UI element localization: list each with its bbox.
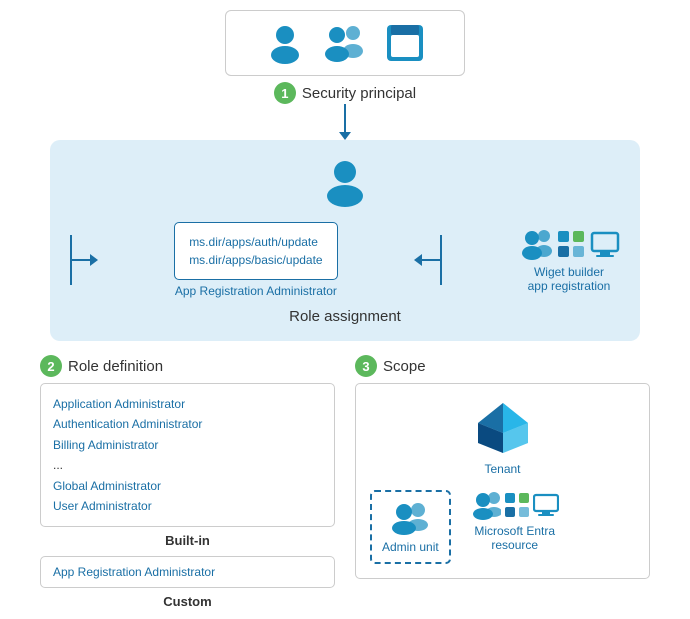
user-icon [263,21,307,65]
role-def-line2: ms.dir/apps/basic/update [189,251,322,269]
entra-label: Microsoft Entraresource [474,524,555,552]
wiget-monitor-icon [590,229,620,259]
left-connector [70,235,98,285]
right-bracket [440,235,442,285]
group-icon [319,21,371,65]
role-def-center: ms.dir/apps/auth/update ms.dir/apps/basi… [174,222,337,298]
entra-monitor-icon [533,492,559,518]
scope-number: 3 [355,355,377,377]
role-def-title: Role definition [68,358,163,375]
app-icon [383,21,427,65]
security-principal-label: 1 Security principal [274,82,416,104]
role-item-2: Authentication Administrator [53,414,322,434]
role-item-ellipsis: ... [53,455,322,475]
ra-middle-row: ms.dir/apps/auth/update ms.dir/apps/basi… [70,222,620,298]
wiget-label: Wiget builderapp registration [528,265,611,293]
security-principal-box [225,10,465,76]
right-h-line [422,259,440,261]
tenant-label: Tenant [484,462,520,476]
entra-resource-area: Microsoft Entraresource [471,490,559,564]
entra-grid-icon [504,492,530,518]
role-def-line1: ms.dir/apps/auth/update [189,233,322,251]
wiget-icons-row [518,227,620,261]
builtin-label: Built-in [40,533,335,548]
role-def-box: ms.dir/apps/auth/update ms.dir/apps/basi… [174,222,337,280]
right-connector [414,235,442,285]
role-assignment-label: Role assignment [70,308,620,325]
admin-unit-label: Admin unit [382,540,439,554]
right-arrow-head [414,254,422,266]
ra-person-area [70,156,620,208]
role-item-5: User Administrator [53,496,322,516]
role-definition-section: 2 Role definition Application Administra… [40,355,335,617]
role-item-3: Billing Administrator [53,435,322,455]
builtin-roles-box: Application Administrator Authentication… [40,383,335,527]
role-assignment-box: ms.dir/apps/auth/update ms.dir/apps/basi… [50,140,640,341]
security-principal-number: 1 [274,82,296,104]
left-h-line [72,259,90,261]
admin-unit-box: Admin unit [370,490,451,564]
wiget-people-icon [518,227,552,261]
bottom-row: 2 Role definition Application Administra… [40,355,650,617]
right-v-line [440,235,442,285]
custom-label: Custom [40,594,335,609]
security-principal-title: Security principal [302,85,416,102]
tenant-icon [473,398,533,458]
diagram-container: 1 Security principal [0,0,690,619]
scope-title: Scope [383,358,426,375]
role-def-number: 2 [40,355,62,377]
admin-unit-icon [388,500,432,536]
left-arrow-head [90,254,98,266]
role-def-label: App Registration Administrator [175,284,337,298]
security-principal-section: 1 Security principal [20,10,670,140]
wiget-area: Wiget builderapp registration [518,227,620,293]
entra-icons-row [471,490,559,520]
ra-person-icon [319,156,371,208]
arrow-down-head [339,132,351,140]
entra-people-icon [471,490,501,520]
tenant-area: Tenant [370,398,635,476]
scope-bottom-row: Admin unit [370,490,635,564]
role-item-1: Application Administrator [53,394,322,414]
custom-role-item-1: App Registration Administrator [53,565,322,579]
scope-section: 3 Scope Tenant [355,355,650,617]
scope-inner-box: Tenant Admin unit [355,383,650,579]
wiget-grid-icon [556,229,586,259]
role-item-4: Global Administrator [53,476,322,496]
scope-header: 3 Scope [355,355,650,377]
arrow-down-line [344,104,346,132]
custom-roles-box: App Registration Administrator [40,556,335,588]
role-definition-header: 2 Role definition [40,355,335,377]
